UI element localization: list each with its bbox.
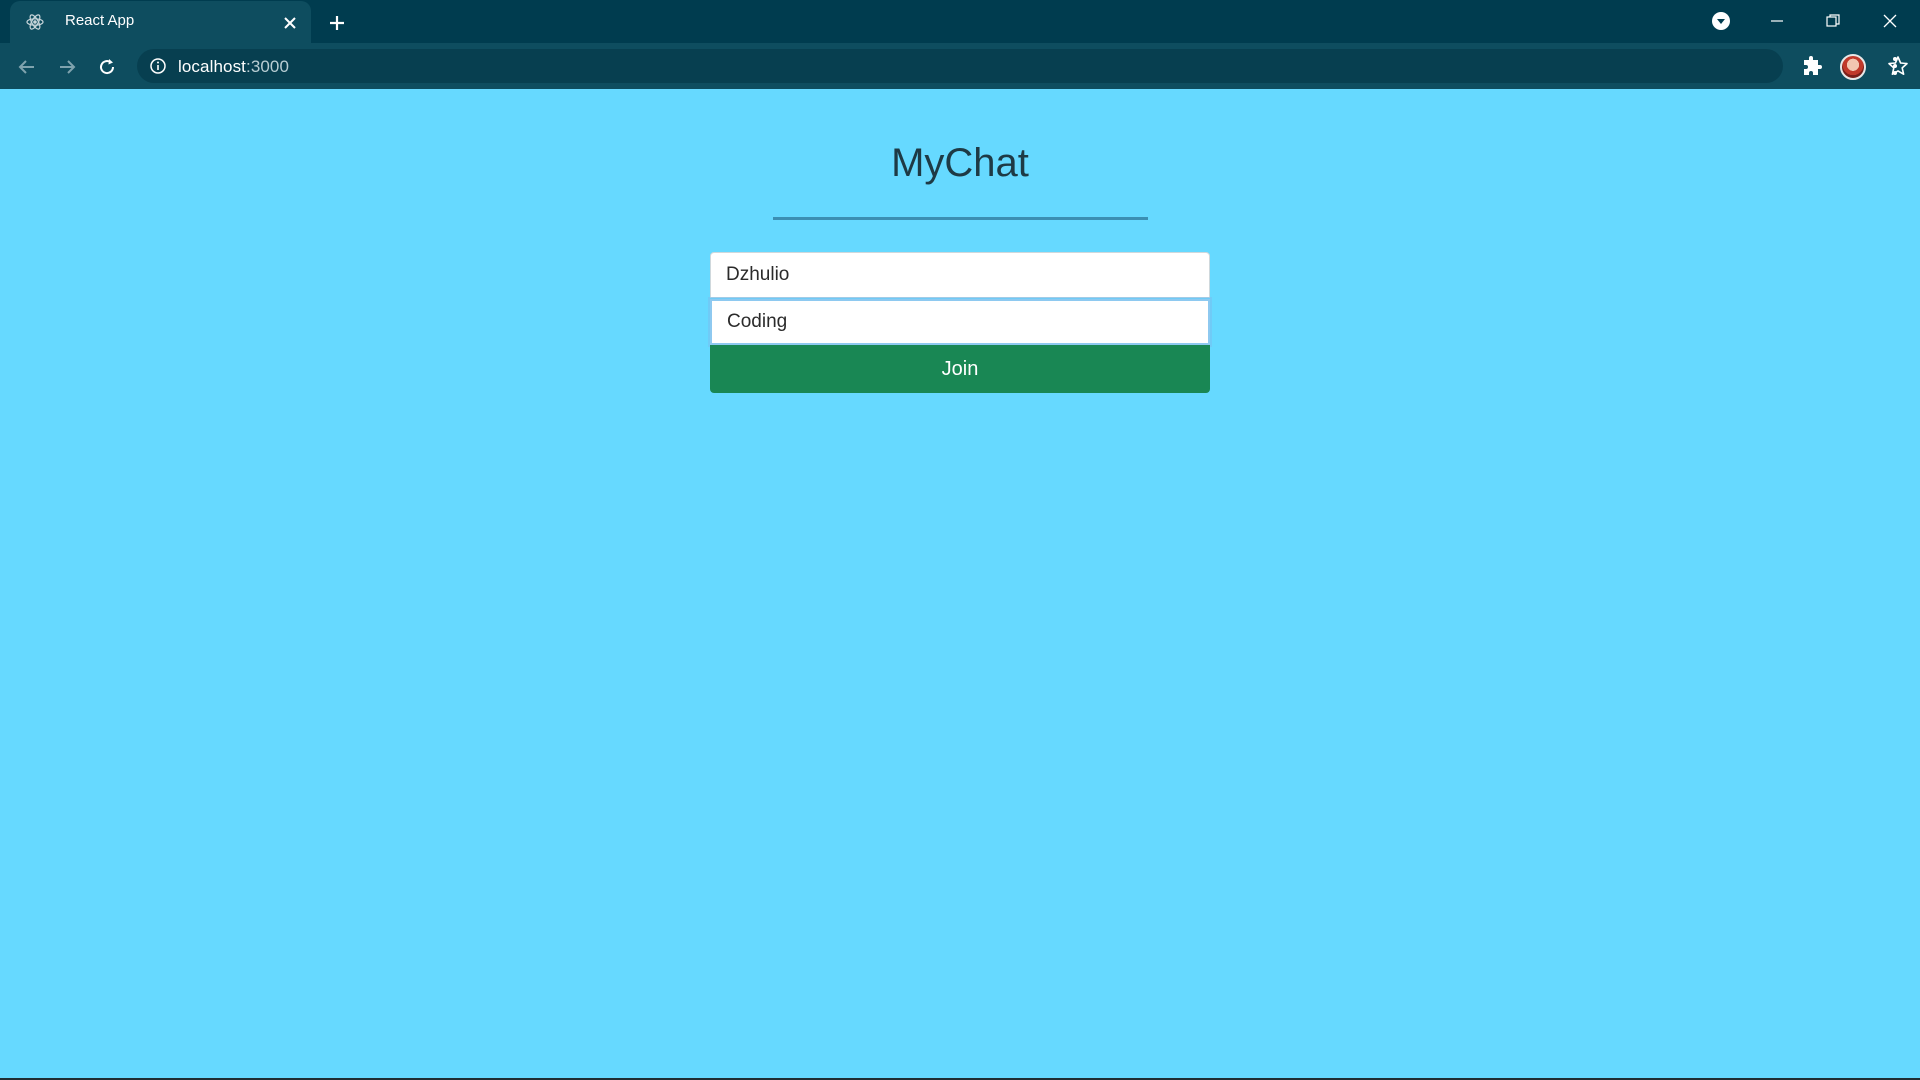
url-text: localhost:3000 <box>178 57 289 77</box>
join-button[interactable]: Join <box>710 345 1210 393</box>
room-input[interactable] <box>710 299 1210 345</box>
kebab-menu-icon[interactable] <box>1884 55 1906 77</box>
restore-icon[interactable] <box>1816 6 1850 36</box>
name-input[interactable] <box>710 252 1210 298</box>
tab-close-icon[interactable] <box>280 13 300 33</box>
page-title: MyChat <box>891 141 1029 185</box>
browser-tab[interactable]: React App <box>10 1 311 43</box>
close-icon[interactable] <box>1873 6 1907 36</box>
browser-titlebar: React App <box>0 0 1920 43</box>
tab-title: React App <box>65 12 135 29</box>
media-control-icon[interactable] <box>1704 6 1738 36</box>
title-divider <box>773 217 1148 220</box>
profile-avatar[interactable] <box>1840 54 1866 80</box>
back-arrow-icon[interactable] <box>11 51 43 83</box>
address-bar[interactable]: localhost:3000 <box>137 49 1908 83</box>
reload-icon[interactable] <box>91 51 123 83</box>
browser-toolbar: localhost:3000 <box>0 43 1920 89</box>
url-host: localhost <box>178 57 246 76</box>
extensions-puzzle-icon[interactable] <box>1800 55 1824 79</box>
page-viewport: MyChat Join <box>0 89 1920 1078</box>
url-port: :3000 <box>246 57 290 76</box>
forward-arrow-icon[interactable] <box>51 51 83 83</box>
join-form: Join <box>710 252 1210 393</box>
minimize-icon[interactable] <box>1760 6 1794 36</box>
plus-icon[interactable] <box>325 11 349 35</box>
info-icon[interactable] <box>149 57 167 75</box>
react-logo-icon <box>26 14 44 30</box>
